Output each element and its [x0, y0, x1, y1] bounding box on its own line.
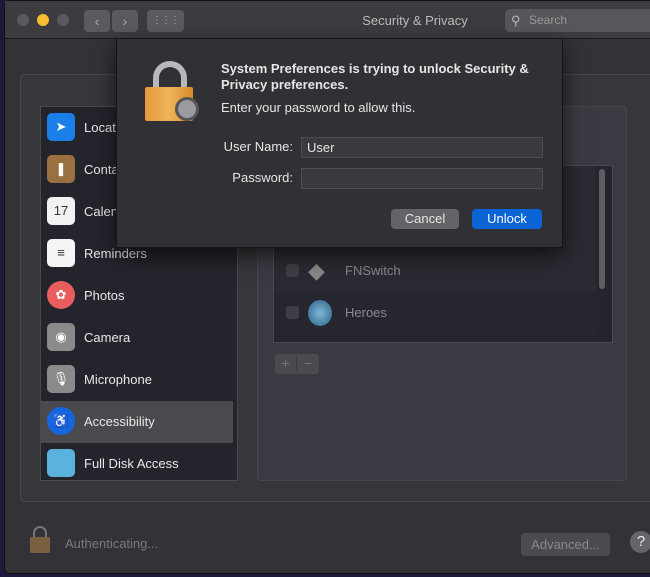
remove-button[interactable]: −: [297, 355, 319, 371]
lock-icon[interactable]: [30, 526, 50, 553]
sidebar-item-label: Accessibility: [84, 414, 155, 429]
unlock-button[interactable]: Unlock: [472, 209, 542, 229]
add-button[interactable]: +: [275, 355, 297, 371]
help-button[interactable]: ?: [630, 531, 650, 553]
fnswitch-icon: ◆: [308, 258, 325, 283]
cancel-button[interactable]: Cancel: [391, 209, 459, 229]
sidebar-scrollbar[interactable]: [237, 247, 238, 382]
search-field[interactable]: ⚲ Search: [505, 9, 650, 32]
camera-icon: ◉: [47, 323, 75, 351]
search-placeholder: Search: [529, 13, 568, 27]
app-checkbox[interactable]: [286, 264, 299, 277]
heroes-icon: [308, 300, 332, 326]
auth-status: Authenticating...: [65, 536, 159, 551]
calendar-icon: 17: [47, 197, 75, 225]
app-label: Heroes: [345, 305, 387, 320]
padlock-icon: [145, 61, 201, 123]
app-checkbox[interactable]: [286, 306, 299, 319]
photos-icon: ✿: [47, 281, 75, 309]
username-label: User Name:: [223, 139, 293, 154]
sidebar-item-full-disk-access[interactable]: Full Disk Access: [41, 443, 233, 480]
dialog-prompt: Enter your password to allow this.: [221, 100, 416, 115]
add-remove-buttons: + −: [275, 354, 319, 374]
sidebar-item-label: Microphone: [84, 372, 152, 387]
microphone-icon: 🎙: [47, 365, 75, 393]
reminders-icon: ≡: [47, 239, 75, 267]
accessibility-icon: ♿: [47, 407, 75, 435]
folder-icon: [47, 449, 75, 477]
location-icon: ➤: [47, 113, 75, 141]
contacts-icon: ❚: [47, 155, 75, 183]
app-row-heroes[interactable]: Heroes: [274, 292, 596, 334]
sidebar-item-label: Photos: [84, 288, 125, 303]
sidebar-item-camera[interactable]: ◉ Camera: [41, 317, 233, 359]
app-row-fnswitch[interactable]: ◆ FNSwitch: [274, 250, 596, 292]
password-label: Password:: [232, 170, 293, 185]
advanced-button[interactable]: Advanced...: [521, 533, 610, 556]
list-scrollbar[interactable]: [599, 169, 605, 289]
username-field[interactable]: User: [301, 137, 543, 158]
sidebar-item-label: Reminders: [84, 246, 147, 261]
title-bar: ‹ › ⋮⋮⋮ Security & Privacy ⚲ Search: [5, 1, 650, 39]
dialog-message: System Preferences is trying to unlock S…: [221, 61, 529, 92]
sidebar-item-label: Full Disk Access: [84, 456, 179, 471]
sidebar-item-accessibility[interactable]: ♿ Accessibility: [41, 401, 233, 443]
unlock-dialog: System Preferences is trying to unlock S…: [116, 38, 563, 248]
app-label: FNSwitch: [345, 263, 401, 278]
sidebar-item-microphone[interactable]: 🎙 Microphone: [41, 359, 233, 401]
password-field[interactable]: [301, 168, 543, 189]
sidebar-item-photos[interactable]: ✿ Photos: [41, 275, 233, 317]
search-icon: ⚲: [511, 13, 521, 28]
sidebar-item-label: Camera: [84, 330, 131, 345]
